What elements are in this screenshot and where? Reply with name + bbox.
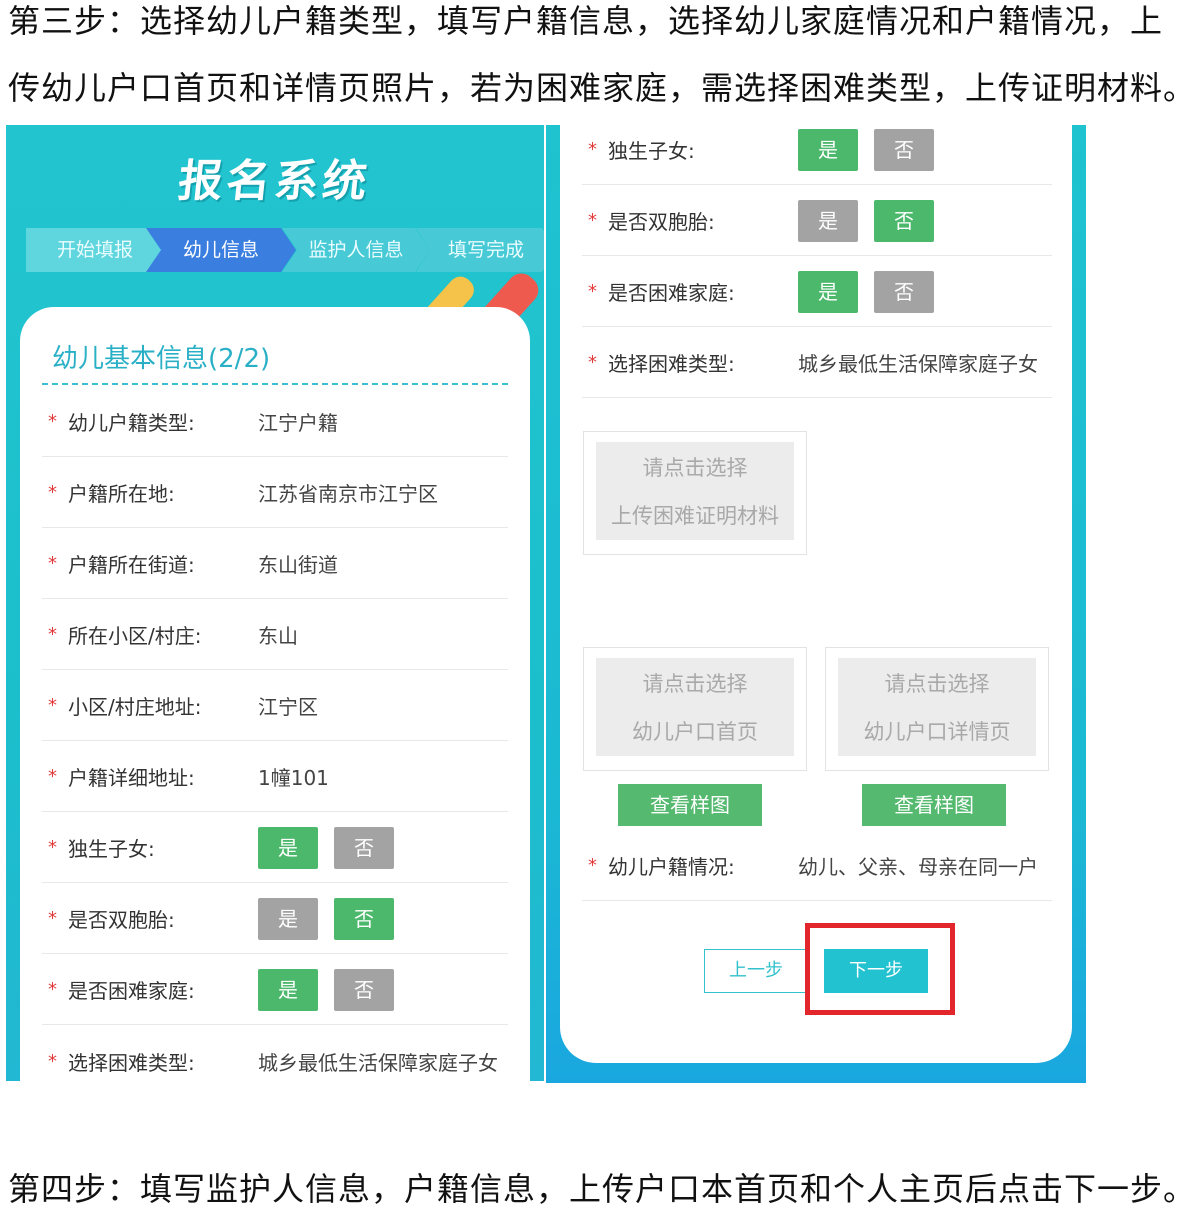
yes-button[interactable]: 是 [798, 199, 858, 242]
no-button[interactable]: 否 [334, 968, 394, 1011]
field-label: 所在小区/村庄: [68, 624, 202, 648]
instruction-step-three-line2: 传幼儿户口首页和详情页照片，若为困难家庭，需选择困难类型，上传证明材料。 [8, 69, 1197, 107]
prev-step-button[interactable]: 上一步 [704, 949, 808, 993]
field-value[interactable]: 江宁区 [258, 691, 508, 720]
required-mark: * [48, 979, 57, 1000]
section-title: 幼儿基本信息(2/2) [52, 344, 271, 374]
toggle-hardship-family: * 是否困难家庭: 是 否 [42, 955, 508, 1025]
field-value[interactable]: 幼儿、父亲、母亲在同一户 [798, 851, 1052, 880]
field-community-address[interactable]: * 小区/村庄地址: 江宁区 [42, 671, 508, 741]
upload-line2: 幼儿户口详情页 [863, 720, 1011, 744]
field-value[interactable]: 东山 [258, 620, 508, 649]
required-mark: * [48, 624, 57, 645]
toggle-hardship-family: * 是否困难家庭: 是 否 [582, 257, 1052, 327]
required-mark: * [48, 482, 57, 503]
required-mark: * [48, 766, 57, 787]
field-label: 幼儿户籍情况: [608, 855, 735, 879]
toggle-twins: * 是否双胞胎: 是 否 [42, 884, 508, 954]
step-guardian-info: 监护人信息 [282, 228, 430, 272]
view-sample-button-front[interactable]: 查看样图 [618, 784, 762, 826]
upload-line1: 请点击选择 [884, 672, 990, 696]
field-label: 幼儿户籍类型: [68, 411, 195, 435]
field-community[interactable]: * 所在小区/村庄: 东山 [42, 600, 508, 670]
field-household-location[interactable]: * 户籍所在地: 江苏省南京市江宁区 [42, 458, 508, 528]
required-mark: * [48, 411, 57, 432]
field-value[interactable]: 东山街道 [258, 549, 508, 578]
yes-button[interactable]: 是 [258, 826, 318, 869]
toggle-only-child: * 独生子女: 是 否 [42, 813, 508, 883]
required-mark: * [48, 1050, 57, 1072]
upload-placeholder: 请点击选择 上传困难证明材料 [596, 442, 794, 540]
no-button[interactable]: 否 [874, 128, 934, 171]
field-label: 户籍所在地: [68, 482, 175, 506]
required-mark: * [48, 553, 57, 574]
left-screenshot: 报名系统 开始填报 监护人信息 填写完成 幼儿信息 幼儿基本信息(2/2) * … [6, 125, 544, 1081]
required-mark: * [588, 139, 597, 160]
no-button[interactable]: 否 [874, 270, 934, 313]
field-label: 是否双胞胎: [68, 908, 175, 932]
required-mark: * [48, 695, 57, 716]
required-mark: * [588, 855, 597, 876]
upload-line2: 上传困难证明材料 [611, 504, 779, 528]
field-label: 小区/村庄地址: [68, 695, 202, 719]
app-title: 报名系统 [175, 156, 374, 207]
field-value[interactable]: 江宁户籍 [258, 407, 508, 436]
field-label: 户籍所在街道: [68, 553, 195, 577]
field-label: 是否双胞胎: [608, 210, 715, 234]
required-mark: * [588, 281, 597, 302]
field-label: 是否困难家庭: [608, 281, 735, 305]
field-value[interactable]: 1幢101 [258, 762, 508, 791]
field-household-situation[interactable]: * 幼儿户籍情况: 幼儿、父亲、母亲在同一户 [582, 831, 1052, 901]
upload-hardship-proof[interactable]: 请点击选择 上传困难证明材料 [583, 431, 807, 555]
yes-button[interactable]: 是 [258, 968, 318, 1011]
field-label: 选择困难类型: [608, 352, 735, 376]
instruction-step-four: 第四步：填写监护人信息，户籍信息，上传户口本首页和个人主页后点击下一步。 [8, 1170, 1197, 1208]
field-label: 是否困难家庭: [68, 979, 195, 1003]
yes-button[interactable]: 是 [258, 897, 318, 940]
step-start: 开始填报 [26, 228, 164, 272]
field-household-type[interactable]: * 幼儿户籍类型: 江宁户籍 [42, 387, 508, 457]
required-mark: * [48, 837, 57, 858]
upload-placeholder: 请点击选择 幼儿户口首页 [596, 658, 794, 756]
field-label: 独生子女: [68, 837, 155, 861]
field-household-street[interactable]: * 户籍所在街道: 东山街道 [42, 529, 508, 599]
field-value[interactable]: 城乡最低生活保障家庭子女 [258, 1047, 508, 1076]
upload-line1: 请点击选择 [642, 456, 748, 480]
upload-line2: 幼儿户口首页 [632, 720, 758, 744]
no-button[interactable]: 否 [334, 826, 394, 869]
upload-placeholder: 请点击选择 幼儿户口详情页 [838, 658, 1036, 756]
field-detailed-address[interactable]: * 户籍详细地址: 1幢101 [42, 742, 508, 812]
no-button[interactable]: 否 [874, 199, 934, 242]
yes-button[interactable]: 是 [798, 270, 858, 313]
upload-household-front-page[interactable]: 请点击选择 幼儿户口首页 [583, 647, 807, 771]
toggle-twins: * 是否双胞胎: 是 否 [582, 186, 1052, 256]
next-step-highlight-box [805, 923, 955, 1015]
required-mark: * [588, 210, 597, 231]
right-screenshot: * 独生子女: 是 否 * 是否双胞胎: 是 否 * 是否困难家庭: 是 否 *… [546, 125, 1086, 1083]
upload-line1: 请点击选择 [642, 672, 748, 696]
field-value[interactable]: 城乡最低生活保障家庭子女 [798, 348, 1052, 377]
step-child-info-active: 幼儿信息 [146, 228, 296, 272]
step-complete: 填写完成 [416, 228, 544, 272]
instruction-step-three-line1: 第三步：选择幼儿户籍类型，填写户籍信息，选择幼儿家庭情况和户籍情况，上 [8, 2, 1164, 40]
section-divider [42, 383, 508, 385]
required-mark: * [48, 908, 57, 929]
yes-button[interactable]: 是 [798, 128, 858, 171]
required-mark: * [588, 352, 597, 373]
field-label: 户籍详细地址: [68, 766, 195, 790]
field-hardship-type[interactable]: * 选择困难类型: 城乡最低生活保障家庭子女 [42, 1026, 508, 1081]
field-label: 选择困难类型: [68, 1050, 195, 1075]
view-sample-button-detail[interactable]: 查看样图 [862, 784, 1006, 826]
field-hardship-type[interactable]: * 选择困难类型: 城乡最低生活保障家庭子女 [582, 328, 1052, 398]
upload-household-detail-page[interactable]: 请点击选择 幼儿户口详情页 [825, 647, 1049, 771]
no-button[interactable]: 否 [334, 897, 394, 940]
toggle-only-child: * 独生子女: 是 否 [582, 125, 1052, 185]
field-value[interactable]: 江苏省南京市江宁区 [258, 478, 508, 507]
field-label: 独生子女: [608, 139, 695, 163]
progress-steps: 开始填报 监护人信息 填写完成 幼儿信息 [26, 228, 544, 272]
